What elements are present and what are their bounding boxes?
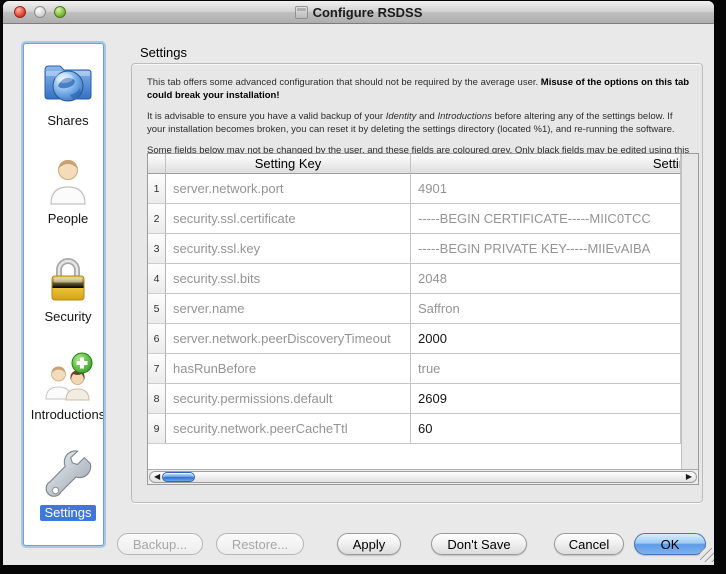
setting-value-cell[interactable]: 60 — [411, 414, 681, 444]
setting-key-cell[interactable]: security.ssl.key — [166, 234, 411, 264]
row-number: 8 — [148, 384, 166, 414]
title-area: Configure RSDSS — [3, 1, 714, 23]
setting-value-cell[interactable]: -----BEGIN PRIVATE KEY-----MIIEvAIBA — [411, 234, 681, 264]
row-number-header[interactable] — [148, 154, 166, 174]
settings-table: Setting Key Setting Value 1 server.netwo… — [147, 153, 699, 485]
horizontal-scrollbar-thumb[interactable] — [162, 472, 195, 482]
setting-value-cell[interactable]: 2048 — [411, 264, 681, 294]
row-number: 2 — [148, 204, 166, 234]
horizontal-scrollbar-track[interactable]: ◀ ▶ — [149, 471, 697, 483]
table-header-row: Setting Key Setting Value — [148, 154, 681, 174]
row-number: 1 — [148, 174, 166, 204]
setting-key-cell[interactable]: security.ssl.bits — [166, 264, 411, 294]
configure-rsdss-window: Configure RSDSS — [3, 1, 714, 565]
settings-group: This tab offers some advanced configurat… — [131, 63, 703, 503]
sidebar-item-label: Shares — [47, 113, 88, 129]
shares-folder-globe-icon — [42, 57, 94, 109]
setting-value-cell[interactable]: 2609 — [411, 384, 681, 414]
table-row: 7 hasRunBefore true — [148, 354, 681, 384]
setting-key-cell[interactable]: security.ssl.certificate — [166, 204, 411, 234]
table-row: 8 security.permissions.default 2609 — [148, 384, 681, 414]
window-title: Configure RSDSS — [313, 5, 423, 20]
horizontal-scrollbar[interactable]: ◀ ▶ — [148, 469, 698, 484]
sidebar-item-label: Settings — [40, 505, 97, 521]
vertical-scrollbar-track[interactable] — [681, 154, 698, 469]
category-list[interactable]: Shares People — [23, 43, 104, 546]
setting-value-cell[interactable]: 2000 — [411, 324, 681, 354]
padlock-icon — [42, 253, 94, 305]
setting-key-cell[interactable]: security.network.peerCacheTtl — [166, 414, 411, 444]
sidebar-item-settings[interactable]: Settings — [40, 449, 97, 521]
row-number: 7 — [148, 354, 166, 384]
sidebar-item-introductions[interactable]: Introductions — [31, 351, 104, 423]
sidebar-item-label: People — [48, 211, 88, 227]
dont-save-button[interactable]: Don't Save — [431, 533, 527, 555]
screen: Configure RSDSS — [0, 0, 726, 574]
people-add-icon — [42, 351, 94, 403]
person-icon — [42, 155, 94, 207]
sidebar-item-shares[interactable]: Shares — [42, 57, 94, 129]
table-row: 1 server.network.port 4901 — [148, 174, 681, 204]
setting-value-cell[interactable]: Saffron — [411, 294, 681, 324]
sidebar-item-label: Security — [45, 309, 92, 325]
advice-paragraph: It is advisable to ensure you have a val… — [147, 111, 692, 136]
row-number: 3 — [148, 234, 166, 264]
setting-key-column-header[interactable]: Setting Key — [166, 154, 411, 174]
warning-paragraph: This tab offers some advanced configurat… — [147, 77, 692, 102]
setting-key-cell[interactable]: security.permissions.default — [166, 384, 411, 414]
setting-key-cell[interactable]: server.network.peerDiscoveryTimeout — [166, 324, 411, 354]
row-number: 4 — [148, 264, 166, 294]
row-number: 6 — [148, 324, 166, 354]
table-row: 9 security.network.peerCacheTtl 60 — [148, 414, 681, 444]
cancel-button[interactable]: Cancel — [554, 533, 624, 555]
scroll-left-arrow-icon[interactable]: ◀ — [154, 472, 160, 482]
table-row: 2 security.ssl.certificate -----BEGIN CE… — [148, 204, 681, 234]
wrench-icon — [42, 449, 94, 501]
setting-key-cell[interactable]: server.network.port — [166, 174, 411, 204]
table-grid: Setting Key Setting Value 1 server.netwo… — [148, 154, 681, 469]
row-number: 9 — [148, 414, 166, 444]
setting-key-cell[interactable]: hasRunBefore — [166, 354, 411, 384]
table-row: 4 security.ssl.bits 2048 — [148, 264, 681, 294]
restore-button[interactable]: Restore... — [216, 533, 304, 555]
apply-button[interactable]: Apply — [337, 533, 401, 555]
resize-grip[interactable] — [700, 548, 714, 562]
sidebar-item-people[interactable]: People — [42, 155, 94, 227]
setting-value-cell[interactable]: 4901 — [411, 174, 681, 204]
table-row: 5 server.name Saffron — [148, 294, 681, 324]
ok-button[interactable]: OK — [634, 533, 706, 555]
settings-group-label: Settings — [140, 45, 187, 60]
backup-button[interactable]: Backup... — [117, 533, 203, 555]
sidebar-item-label: Introductions — [31, 407, 104, 423]
scroll-right-arrow-icon[interactable]: ▶ — [686, 472, 692, 482]
sidebar-item-security[interactable]: Security — [42, 253, 94, 325]
setting-value-cell[interactable]: -----BEGIN CERTIFICATE-----MIIC0TCC — [411, 204, 681, 234]
setting-key-cell[interactable]: server.name — [166, 294, 411, 324]
table-row: 6 server.network.peerDiscoveryTimeout 20… — [148, 324, 681, 354]
title-bar[interactable]: Configure RSDSS — [3, 1, 714, 24]
row-number: 5 — [148, 294, 166, 324]
table-row: 3 security.ssl.key -----BEGIN PRIVATE KE… — [148, 234, 681, 264]
setting-value-cell[interactable]: true — [411, 354, 681, 384]
window-proxy-icon — [295, 6, 308, 19]
setting-value-column-header[interactable]: Setting Value — [411, 154, 681, 174]
